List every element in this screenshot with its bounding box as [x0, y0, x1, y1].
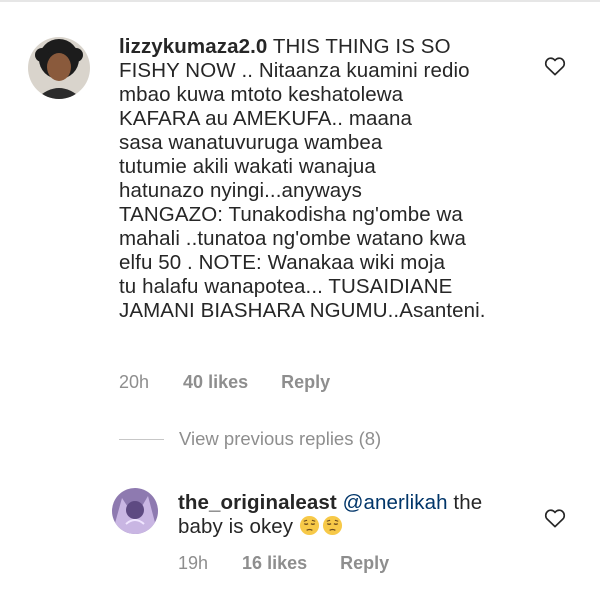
avatar[interactable]: [112, 488, 158, 534]
avatar[interactable]: [28, 37, 90, 99]
reply-meta: 19h 16 likes Reply: [178, 553, 389, 574]
comment: lizzykumaza2.0 THIS THING IS SO FISHY NO…: [0, 0, 600, 410]
pensive-face-emoji-icon: [322, 515, 343, 542]
reply-text: the: [447, 491, 483, 514]
comment-text-line: tu halafu wanapotea... TUSAIDIANE: [119, 275, 453, 298]
comment-text-line: THIS THING IS SO: [272, 35, 451, 58]
comment-text-line: KAFARA au AMEKUFA.. maana: [119, 107, 413, 130]
comment-text-line: mahali ..tunatoa ng'ombe watano kwa: [119, 227, 467, 250]
comment-text-line: TANGAZO: Tunakodisha ng'ombe wa: [119, 203, 463, 226]
reply-button[interactable]: Reply: [281, 372, 330, 393]
comment-body: lizzykumaza2.0 THIS THING IS SO FISHY NO…: [119, 35, 549, 323]
comment-meta: 20h 40 likes Reply: [119, 372, 330, 393]
view-previous-replies[interactable]: View previous replies (8): [119, 428, 381, 450]
reply-username[interactable]: the_originaleast: [178, 491, 337, 514]
comment-text-line: JAMANI BIASHARA NGUMU..Asanteni.: [119, 299, 486, 322]
comment-text-line: tutumie akili wakati wanajua: [119, 155, 376, 178]
comment-username[interactable]: lizzykumaza2.0: [119, 35, 267, 58]
comment-text-line: sasa wanatuvuruga wambea: [119, 131, 383, 154]
like-heart-icon[interactable]: [544, 508, 566, 533]
pensive-face-emoji-icon: [299, 515, 320, 542]
replies-divider: [119, 438, 164, 440]
comment-text-line: hatunazo nyingi...anyways: [119, 179, 362, 202]
comment-likes[interactable]: 40 likes: [183, 372, 248, 393]
comment-text-line: mbao kuwa mtoto keshatolewa: [119, 83, 404, 106]
reply-button[interactable]: Reply: [340, 553, 389, 574]
like-heart-icon[interactable]: [544, 56, 566, 81]
mention-link[interactable]: @anerlikah: [343, 491, 448, 514]
reply-time[interactable]: 19h: [178, 553, 208, 574]
reply-text-line: baby is okey: [178, 515, 294, 538]
reply-likes[interactable]: 16 likes: [242, 553, 307, 574]
reply-body: the_originaleast @anerlikah the baby is …: [178, 491, 538, 542]
reply-comment: the_originaleast @anerlikah the baby is …: [0, 470, 600, 599]
comment-text-line: elfu 50 . NOTE: Wanakaa wiki moja: [119, 251, 446, 274]
view-replies-label[interactable]: View previous replies (8): [179, 428, 381, 450]
comment-time[interactable]: 20h: [119, 372, 149, 393]
comment-text-line: FISHY NOW .. Nitaanza kuamini redio: [119, 59, 470, 82]
